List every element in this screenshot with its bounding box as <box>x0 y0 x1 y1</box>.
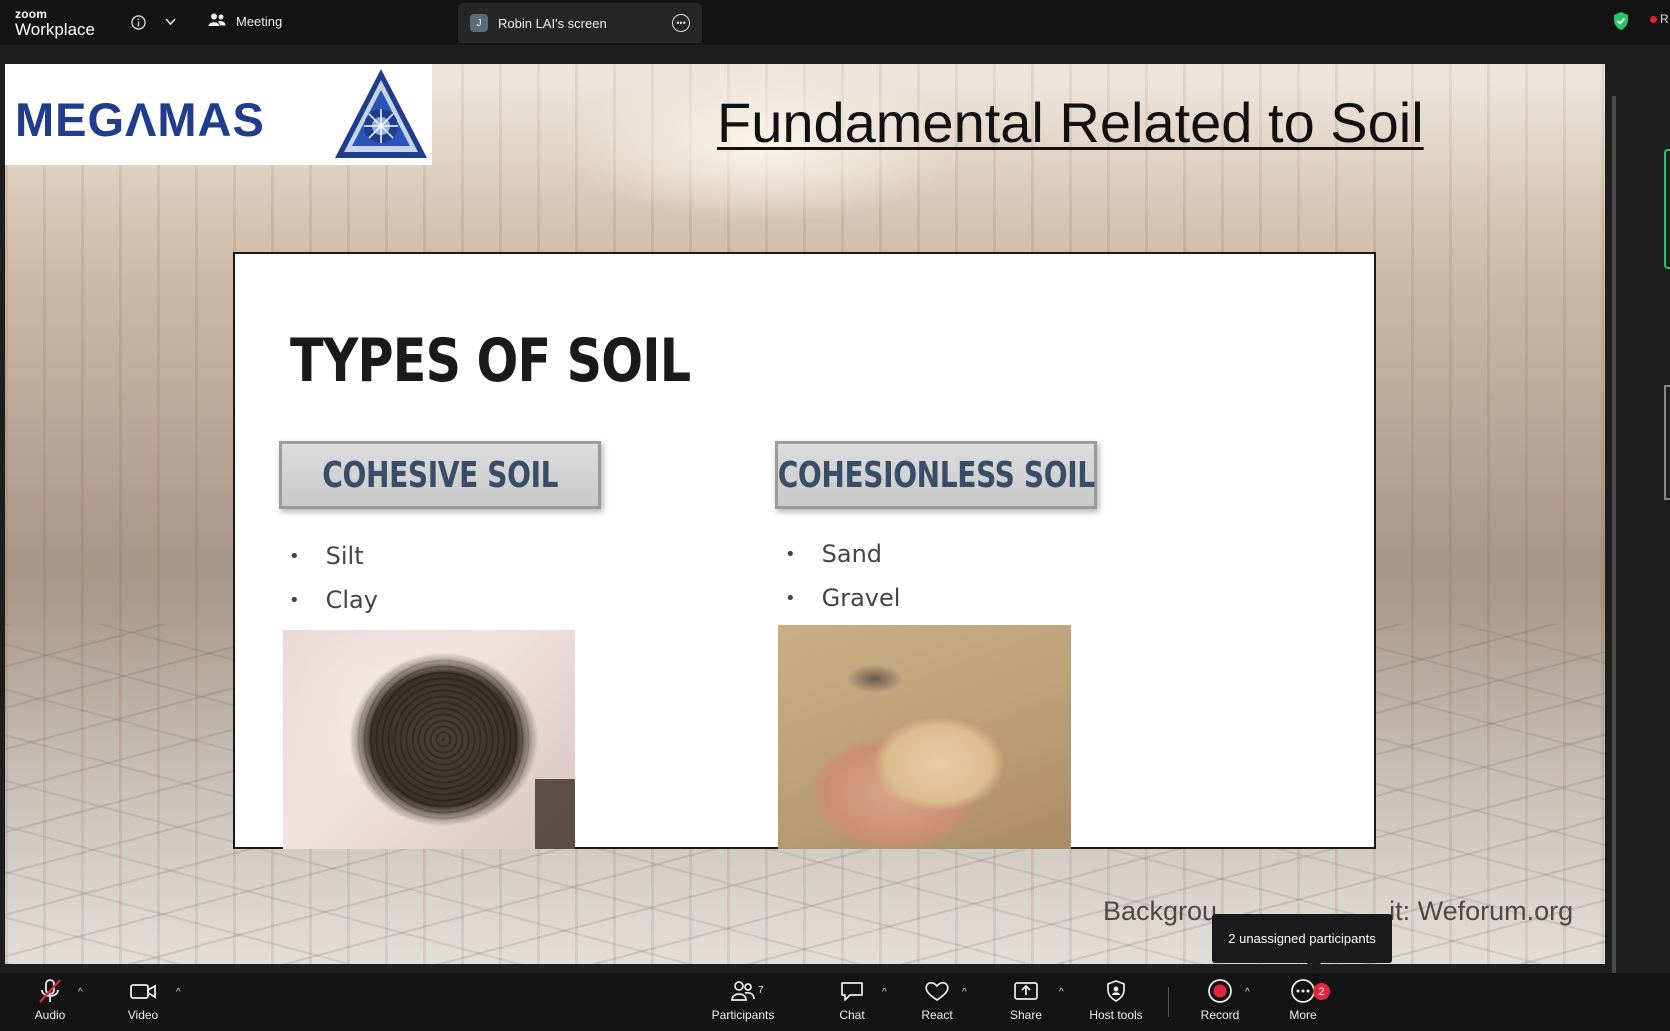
video-camera-icon <box>129 977 157 1005</box>
logo-emblem-icon <box>335 69 427 158</box>
chat-options-caret-icon[interactable]: ^ <box>882 987 887 998</box>
people-icon <box>208 12 226 31</box>
panel-title: TYPES OF SOIL <box>290 326 691 396</box>
side-panel-handle-2[interactable] <box>1664 385 1670 500</box>
info-icon[interactable] <box>128 12 148 32</box>
share-options-caret-icon[interactable]: ^ <box>1059 987 1064 998</box>
share-label: Share <box>1009 1008 1043 1022</box>
react-options-caret-icon[interactable]: ^ <box>962 987 967 998</box>
meeting-button[interactable]: Meeting <box>208 12 282 31</box>
presenter-avatar: J <box>470 14 488 32</box>
megamas-logo: MEGΛMAS <box>5 64 432 165</box>
host-tools-button[interactable]: Host tools <box>1076 977 1156 1029</box>
list-item: Silt <box>279 534 378 578</box>
unassigned-participants-tooltip: 2 unassigned participants <box>1212 914 1392 970</box>
shield-check-icon[interactable] <box>1612 11 1630 36</box>
participants-count: 7 <box>758 985 764 996</box>
cohesive-soil-list: Silt Clay <box>279 534 378 622</box>
screen-tab-label: Robin LAI's screen <box>498 15 607 31</box>
participants-icon <box>730 977 756 1005</box>
video-label: Video <box>127 1008 159 1022</box>
vertical-scrollbar[interactable] <box>1612 96 1616 1018</box>
brand-small: zoom <box>15 7 48 21</box>
chat-icon <box>840 977 864 1005</box>
side-panel-handle[interactable] <box>1664 149 1670 269</box>
audio-label: Audio <box>34 1008 66 1022</box>
cohesionless-soil-heading: COHESIONLESS SOIL <box>775 441 1097 509</box>
toolbar-divider <box>1168 987 1169 1017</box>
slide-title: Fundamental Related to Soil <box>717 91 1424 154</box>
chevron-down-icon[interactable] <box>160 12 180 32</box>
microphone-muted-icon <box>37 977 63 1005</box>
react-label: React <box>921 1008 953 1022</box>
bottom-toolbar: Audio ^ Video ^ Participants 7 Chat ^ Re… <box>0 973 1670 1031</box>
share-button[interactable]: Share <box>986 977 1066 1029</box>
recording-indicator: R <box>1660 12 1669 26</box>
soil-types-panel: TYPES OF SOIL COHESIVE SOIL Silt Clay CO… <box>233 252 1376 849</box>
more-notification-badge: 2 <box>1313 983 1330 1000</box>
record-icon <box>1207 977 1233 1005</box>
credit-end: it: Weforum.org <box>1389 896 1574 926</box>
chat-label: Chat <box>839 1008 865 1022</box>
presentation-slide: MEGΛMAS Fundamental Related to Soil TYPE… <box>5 64 1605 964</box>
cohesive-soil-photo <box>283 630 575 849</box>
heart-icon <box>924 977 950 1005</box>
video-button[interactable]: Video <box>103 977 183 1029</box>
host-tools-label: Host tools <box>1089 1008 1143 1022</box>
tab-shared-screen[interactable]: J Robin LAI's screen ••• <box>458 3 702 43</box>
zoom-logo: zoom Workplace <box>15 8 95 38</box>
cohesionless-soil-label: COHESIONLESS SOIL <box>777 454 1095 496</box>
cohesive-soil-heading: COHESIVE SOIL <box>279 441 601 509</box>
top-bar: zoom Workplace Meeting J Robin LAI's scr… <box>0 0 1670 45</box>
logo-text: MEGΛMAS <box>15 93 265 146</box>
audio-options-caret-icon[interactable]: ^ <box>78 987 83 998</box>
cohesionless-soil-list: Sand Gravel <box>775 532 901 620</box>
shared-screen-area: MEGΛMAS Fundamental Related to Soil TYPE… <box>0 45 1670 1018</box>
record-options-caret-icon[interactable]: ^ <box>1245 987 1250 998</box>
recording-dot-icon <box>1650 16 1657 23</box>
audio-button[interactable]: Audio <box>10 977 90 1029</box>
react-button[interactable]: React <box>897 977 977 1029</box>
more-label: More <box>1289 1008 1317 1022</box>
list-item: Sand <box>775 532 900 576</box>
share-screen-icon <box>1013 977 1039 1005</box>
video-options-caret-icon[interactable]: ^ <box>176 987 181 998</box>
list-item: Clay <box>279 578 378 622</box>
record-label: Record <box>1200 1008 1240 1022</box>
participants-button[interactable]: Participants <box>703 977 783 1029</box>
host-shield-icon <box>1105 977 1127 1005</box>
participants-label: Participants <box>711 1008 775 1022</box>
brand-big: Workplace <box>15 20 95 39</box>
list-item: Gravel <box>775 576 901 620</box>
chat-button[interactable]: Chat <box>812 977 892 1029</box>
credit-start: Backgrou <box>1103 896 1218 926</box>
meeting-label: Meeting <box>236 14 283 29</box>
cohesive-soil-label: COHESIVE SOIL <box>322 454 558 496</box>
cohesionless-soil-photo <box>778 625 1071 849</box>
record-button[interactable]: Record <box>1180 977 1260 1029</box>
more-options-icon[interactable]: ••• <box>672 14 690 32</box>
more-button[interactable]: More <box>1263 977 1343 1029</box>
